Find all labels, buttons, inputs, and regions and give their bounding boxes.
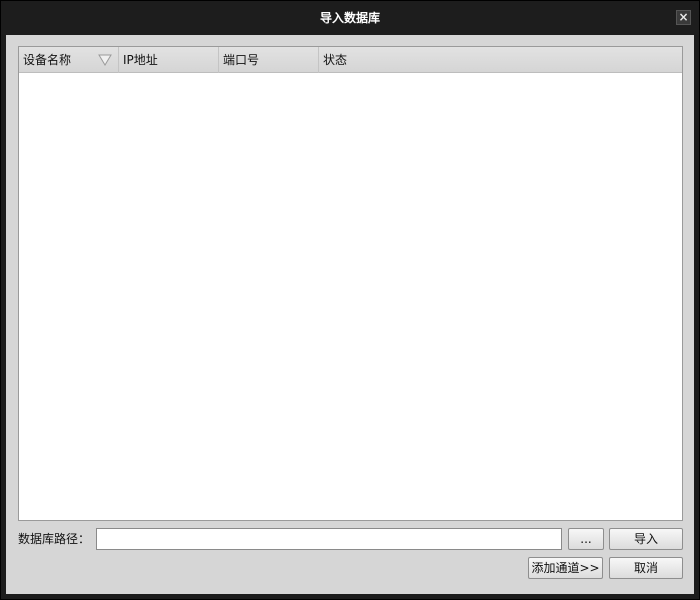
close-icon: × (678, 10, 689, 24)
column-header-label: IP地址 (123, 53, 158, 67)
dialog-body: 设备名称 IP地址 端口号 状态 数据库路径： ... 导入 添加通道>> 取消 (6, 35, 694, 594)
database-path-label: 数据库路径： (18, 532, 91, 546)
sort-triangle-icon[interactable] (98, 54, 112, 66)
add-channel-button[interactable]: 添加通道>> (528, 557, 603, 579)
import-button[interactable]: 导入 (609, 528, 683, 550)
import-database-dialog: 导入数据库 × 设备名称 IP地址 端口号 状态 数据库路径： ... 导入 添… (0, 0, 700, 600)
column-header-status[interactable]: 状态 (319, 47, 682, 73)
column-header-label: 状态 (323, 53, 348, 67)
column-header-port[interactable]: 端口号 (219, 47, 319, 73)
close-button[interactable]: × (676, 10, 691, 25)
browse-button[interactable]: ... (568, 528, 604, 550)
column-header-label: 端口号 (223, 53, 260, 67)
cancel-button[interactable]: 取消 (609, 557, 683, 579)
database-path-input[interactable] (96, 528, 562, 550)
column-header-ip-address[interactable]: IP地址 (119, 47, 219, 73)
column-header-label: 设备名称 (23, 53, 72, 67)
device-table[interactable]: 设备名称 IP地址 端口号 状态 (18, 46, 683, 521)
column-header-device-name[interactable]: 设备名称 (19, 47, 119, 73)
dialog-title: 导入数据库 (319, 11, 380, 25)
title-bar[interactable]: 导入数据库 × (1, 1, 699, 35)
table-header: 设备名称 IP地址 端口号 状态 (19, 47, 682, 73)
